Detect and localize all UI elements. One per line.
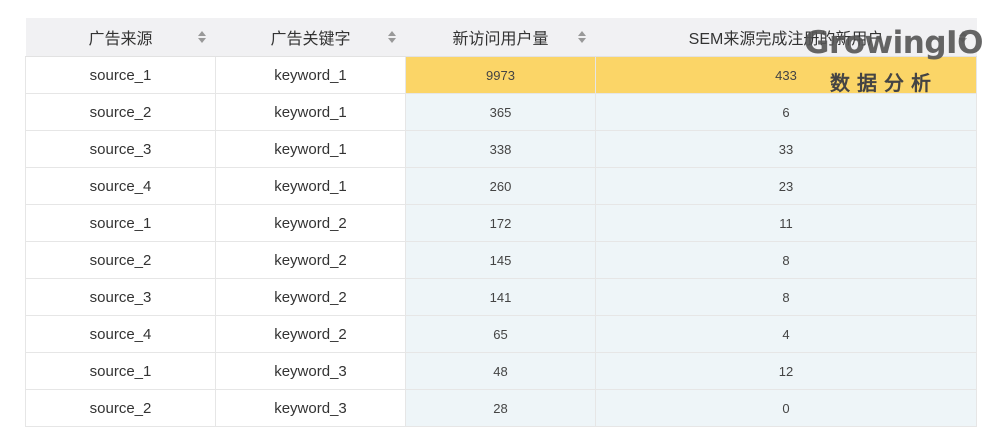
table-row[interactable]: source_3 keyword_2 141 8 — [25, 278, 977, 316]
cell-new-visits: 260 — [405, 167, 596, 205]
cell-keyword: keyword_2 — [215, 204, 406, 242]
column-header-registered[interactable]: SEM来源完成注册的新用户 — [595, 18, 977, 57]
table-row[interactable]: source_3 keyword_1 338 33 — [25, 130, 977, 168]
sort-updown-icon[interactable] — [958, 31, 967, 43]
data-table: 广告来源 广告关键字 新访问用户量 SEM来源完成注册的新用户 source_1… — [25, 18, 977, 427]
table-row[interactable]: source_4 keyword_1 260 23 — [25, 167, 977, 205]
cell-keyword: keyword_2 — [215, 315, 406, 353]
sort-updown-icon[interactable] — [577, 31, 586, 43]
cell-keyword: keyword_2 — [215, 278, 406, 316]
column-header-source[interactable]: 广告来源 — [25, 18, 216, 57]
table-row[interactable]: source_1 keyword_1 9973 433 — [25, 56, 977, 94]
cell-source: source_2 — [25, 241, 216, 279]
cell-source: source_3 — [25, 130, 216, 168]
cell-keyword: keyword_1 — [215, 93, 406, 131]
table-header-row: 广告来源 广告关键字 新访问用户量 SEM来源完成注册的新用户 — [25, 18, 977, 57]
cell-keyword: keyword_1 — [215, 130, 406, 168]
table-row[interactable]: source_1 keyword_3 48 12 — [25, 352, 977, 390]
cell-keyword: keyword_2 — [215, 241, 406, 279]
column-header-label: 广告关键字 — [270, 31, 351, 48]
cell-new-visits: 28 — [405, 389, 596, 427]
cell-registered: 0 — [595, 389, 977, 427]
cell-new-visits: 338 — [405, 130, 596, 168]
cell-source: source_4 — [25, 315, 216, 353]
column-header-keyword[interactable]: 广告关键字 — [215, 18, 406, 57]
table-body: source_1 keyword_1 9973 433 source_2 key… — [25, 56, 977, 427]
cell-source: source_2 — [25, 93, 216, 131]
cell-registered: 8 — [595, 241, 977, 279]
table-row[interactable]: source_1 keyword_2 172 11 — [25, 204, 977, 242]
sort-updown-icon[interactable] — [387, 31, 396, 43]
cell-source: source_4 — [25, 167, 216, 205]
cell-registered: 12 — [595, 352, 977, 390]
table-row[interactable]: source_4 keyword_2 65 4 — [25, 315, 977, 353]
sort-updown-icon[interactable] — [197, 31, 206, 43]
cell-new-visits: 65 — [405, 315, 596, 353]
cell-source: source_3 — [25, 278, 216, 316]
cell-keyword: keyword_1 — [215, 56, 406, 94]
cell-keyword: keyword_1 — [215, 167, 406, 205]
cell-new-visits: 141 — [405, 278, 596, 316]
cell-keyword: keyword_3 — [215, 389, 406, 427]
cell-new-visits: 9973 — [405, 56, 596, 94]
cell-registered: 433 — [595, 56, 977, 94]
column-header-new-visits[interactable]: 新访问用户量 — [405, 18, 596, 57]
column-header-label: 新访问用户量 — [452, 31, 549, 48]
cell-registered: 8 — [595, 278, 977, 316]
cell-registered: 33 — [595, 130, 977, 168]
column-header-label: SEM来源完成注册的新用户 — [688, 31, 884, 48]
table-row[interactable]: source_2 keyword_1 365 6 — [25, 93, 977, 131]
cell-registered: 11 — [595, 204, 977, 242]
cell-new-visits: 145 — [405, 241, 596, 279]
cell-source: source_1 — [25, 204, 216, 242]
cell-source: source_2 — [25, 389, 216, 427]
cell-registered: 6 — [595, 93, 977, 131]
data-table-container: 广告来源 广告关键字 新访问用户量 SEM来源完成注册的新用户 source_1… — [25, 18, 977, 427]
column-header-label: 广告来源 — [88, 31, 153, 48]
cell-registered: 23 — [595, 167, 977, 205]
cell-source: source_1 — [25, 352, 216, 390]
cell-new-visits: 48 — [405, 352, 596, 390]
cell-keyword: keyword_3 — [215, 352, 406, 390]
cell-new-visits: 172 — [405, 204, 596, 242]
cell-registered: 4 — [595, 315, 977, 353]
cell-source: source_1 — [25, 56, 216, 94]
table-row[interactable]: source_2 keyword_2 145 8 — [25, 241, 977, 279]
table-row[interactable]: source_2 keyword_3 28 0 — [25, 389, 977, 427]
cell-new-visits: 365 — [405, 93, 596, 131]
